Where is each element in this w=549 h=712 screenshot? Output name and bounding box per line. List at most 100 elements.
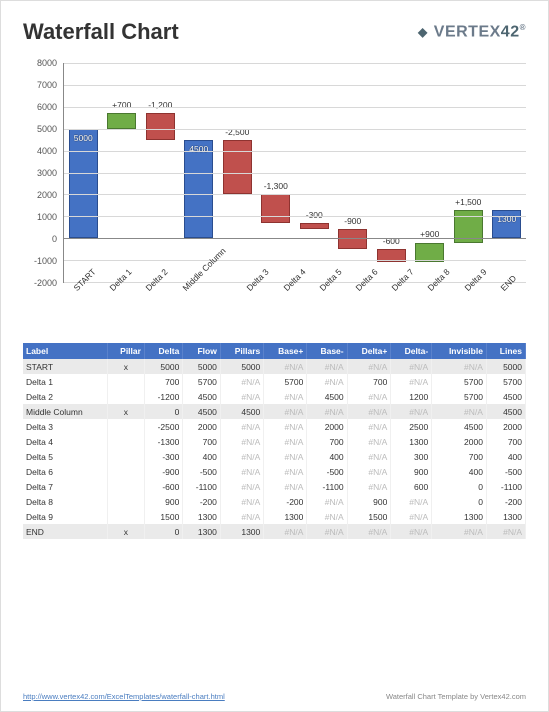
table-cell: #N/A: [264, 524, 307, 539]
y-axis: -2000-1000010002000300040005000600070008…: [23, 63, 61, 283]
table-header-cell: Lines: [486, 343, 525, 359]
table-cell: -200: [264, 494, 307, 509]
table-cell: 1300: [183, 509, 221, 524]
table-cell: 700: [144, 374, 182, 389]
table-row: Delta 915001300#N/A1300#N/A1500#N/A13001…: [23, 509, 526, 524]
table-cell: 900: [347, 494, 391, 509]
table-cell: Delta 5: [23, 449, 107, 464]
table-cell: #N/A: [264, 434, 307, 449]
bar-data-label: +1,500: [455, 197, 481, 207]
table-header-cell: Pillar: [107, 343, 144, 359]
table-cell: -200: [486, 494, 525, 509]
table-cell: [107, 479, 144, 494]
table-header-cell: Pillars: [220, 343, 263, 359]
table-cell: #N/A: [220, 494, 263, 509]
table-cell: 2000: [486, 419, 525, 434]
table-cell: Delta 2: [23, 389, 107, 404]
table-body: STARTx500050005000#N/A#N/A#N/A#N/A#N/A50…: [23, 359, 526, 539]
y-tick-label: 4000: [37, 146, 57, 156]
table-header-cell: Delta: [144, 343, 182, 359]
table-cell: #N/A: [347, 389, 391, 404]
y-tick-label: 1000: [37, 212, 57, 222]
table-cell: [107, 434, 144, 449]
table-cell: 2000: [307, 419, 347, 434]
bar-data-label: 4500: [189, 144, 208, 154]
table-cell: 1300: [264, 509, 307, 524]
table-row: Delta 17005700#N/A5700#N/A700#N/A5700570…: [23, 374, 526, 389]
bar-data-label: +700: [112, 100, 131, 110]
table-cell: -500: [307, 464, 347, 479]
table-cell: #N/A: [220, 434, 263, 449]
table-cell: 4500: [486, 404, 525, 419]
bar-data-label: -300: [306, 210, 323, 220]
table-cell: #N/A: [486, 524, 525, 539]
table-cell: 1300: [432, 509, 487, 524]
bar-red: [300, 223, 329, 230]
table-header-cell: Delta+: [347, 343, 391, 359]
table-cell: 5700: [432, 374, 487, 389]
table-cell: Middle Column: [23, 404, 107, 419]
footer: http://www.vertex42.com/ExcelTemplates/w…: [23, 692, 526, 701]
table-cell: 5700: [432, 389, 487, 404]
table-cell: 1300: [220, 524, 263, 539]
table-cell: #N/A: [264, 449, 307, 464]
table-header-cell: Base+: [264, 343, 307, 359]
table-cell: #N/A: [307, 359, 347, 374]
table-cell: 400: [432, 464, 487, 479]
bar-data-label: -900: [344, 216, 361, 226]
table-cell: 900: [144, 494, 182, 509]
table-cell: #N/A: [391, 374, 432, 389]
table-cell: #N/A: [264, 389, 307, 404]
table-row: STARTx500050005000#N/A#N/A#N/A#N/A#N/A50…: [23, 359, 526, 374]
grid-line: [64, 216, 526, 217]
table-cell: 400: [183, 449, 221, 464]
table-cell: 5000: [144, 359, 182, 374]
table-row: Delta 3-25002000#N/A#N/A2000#N/A25004500…: [23, 419, 526, 434]
table-cell: 0: [144, 404, 182, 419]
table-cell: x: [107, 359, 144, 374]
table-cell: 700: [307, 434, 347, 449]
table-cell: #N/A: [220, 449, 263, 464]
table-cell: 300: [391, 449, 432, 464]
table-cell: #N/A: [432, 404, 487, 419]
table-cell: Delta 9: [23, 509, 107, 524]
table-cell: Delta 7: [23, 479, 107, 494]
table-cell: 5700: [264, 374, 307, 389]
logo-num: 42: [501, 23, 520, 40]
table-cell: 0: [432, 494, 487, 509]
table-row: Delta 8900-200#N/A-200#N/A900#N/A0-200: [23, 494, 526, 509]
table-cell: 2000: [432, 434, 487, 449]
y-tick-label: -1000: [34, 256, 57, 266]
footer-credit: Waterfall Chart Template by Vertex42.com: [386, 692, 526, 701]
table-cell: #N/A: [391, 509, 432, 524]
grid-line: [64, 107, 526, 108]
table-cell: #N/A: [391, 494, 432, 509]
table-cell: 5700: [183, 374, 221, 389]
table-cell: 700: [183, 434, 221, 449]
table-cell: [107, 419, 144, 434]
table-cell: #N/A: [391, 524, 432, 539]
bar-red: [261, 194, 290, 222]
logo-reg: ®: [520, 23, 526, 32]
table-header-cell: Label: [23, 343, 107, 359]
y-tick-label: 0: [52, 234, 57, 244]
footer-link[interactable]: http://www.vertex42.com/ExcelTemplates/w…: [23, 692, 225, 701]
table-header-row: LabelPillarDeltaFlowPillarsBase+Base-Del…: [23, 343, 526, 359]
table-header-cell: Invisible: [432, 343, 487, 359]
table-cell: 700: [432, 449, 487, 464]
x-axis-labels: STARTDelta 1Delta 2Middle ColumnDelta 3D…: [63, 283, 526, 313]
grid-line: [64, 173, 526, 174]
y-tick-label: 3000: [37, 168, 57, 178]
table-cell: 5000: [220, 359, 263, 374]
table-cell: #N/A: [264, 464, 307, 479]
table-cell: #N/A: [432, 359, 487, 374]
table-cell: #N/A: [220, 479, 263, 494]
y-tick-label: 2000: [37, 190, 57, 200]
grid-line: [64, 194, 526, 195]
table-cell: -300: [144, 449, 182, 464]
table-cell: #N/A: [220, 419, 263, 434]
table-cell: #N/A: [220, 374, 263, 389]
table-cell: START: [23, 359, 107, 374]
bar-red: [223, 140, 252, 195]
table-cell: 700: [347, 374, 391, 389]
